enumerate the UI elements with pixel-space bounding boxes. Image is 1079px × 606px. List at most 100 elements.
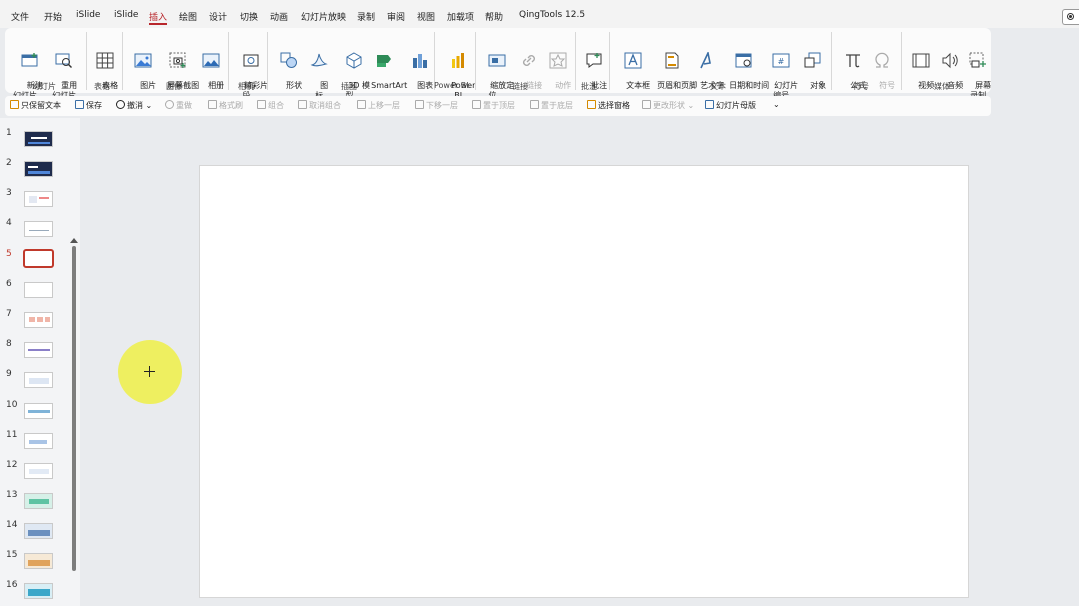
slide-thumbnail-1[interactable] — [24, 131, 53, 147]
bring-forward-button[interactable]: 上移一层 — [357, 100, 400, 111]
slide-master-icon — [705, 100, 714, 109]
slide-canvas[interactable] — [199, 165, 969, 598]
record-button[interactable] — [1062, 9, 1079, 25]
redo-icon — [165, 100, 174, 109]
slide-thumbnail-9[interactable] — [24, 372, 53, 388]
slide-number: 13 — [6, 490, 18, 500]
slide-thumbnail-10[interactable] — [24, 403, 53, 419]
slide-thumbnail-8[interactable] — [24, 342, 53, 358]
slide-number: 1 — [6, 128, 12, 138]
menu-home[interactable]: 开始 — [44, 10, 62, 23]
slide-number: 5 — [6, 249, 12, 259]
slide-thumbnail-12[interactable] — [24, 463, 53, 479]
symbol-button[interactable]: 符号 — [869, 32, 895, 101]
group-label-links: 链接 — [512, 82, 528, 91]
menu-slideshow[interactable]: 幻灯片放映 — [301, 10, 346, 23]
format-painter-button[interactable]: 格式刷 — [208, 100, 243, 111]
table-icon — [96, 52, 114, 69]
picture-icon — [134, 53, 152, 68]
speaker-icon — [942, 52, 958, 69]
menu-qingtools[interactable]: QingTools 12.5 — [519, 10, 585, 20]
slide-thumbnail-5[interactable] — [23, 249, 54, 268]
date-time-button[interactable]: 日期和时间 — [719, 32, 769, 101]
slide-thumbnail-11[interactable] — [24, 433, 53, 449]
menu-addins[interactable]: 加载项 — [447, 10, 474, 23]
redo-button[interactable]: 重做 — [165, 100, 192, 111]
object-button[interactable]: 对象 — [800, 32, 826, 101]
link-icon — [523, 55, 536, 66]
slide-thumbnail-2[interactable] — [24, 161, 53, 177]
group-label-comments: 批注 — [581, 82, 597, 91]
action-icon — [549, 52, 567, 69]
video-icon — [912, 53, 930, 68]
slide-thumbnail-6[interactable] — [24, 282, 53, 298]
group-label-media: 媒体 — [934, 82, 950, 91]
action-button[interactable]: 动作 — [545, 32, 571, 101]
menu-islide-2[interactable]: iSlide — [114, 10, 138, 20]
slide-thumbnail-pane: 1 2 3 4 5 6 7 8 9 10 11 12 13 14 15 16 — [0, 118, 80, 606]
slide-number: 7 — [6, 309, 12, 319]
selection-pane-button[interactable]: 选择窗格 — [587, 100, 630, 111]
menu-transitions[interactable]: 切换 — [240, 10, 258, 23]
thumbnail-scrollbar[interactable] — [72, 246, 76, 571]
customize-toolbar-button[interactable]: ⌄ — [773, 100, 780, 109]
new-slide-icon — [21, 53, 38, 67]
separator — [475, 32, 476, 90]
menu-record[interactable]: 录制 — [357, 10, 375, 23]
change-shape-button[interactable]: 更改形状 ⌄ — [642, 100, 694, 111]
group-label-symbols: 符号 — [853, 82, 869, 91]
calendar-icon — [735, 53, 752, 68]
slide-number: 8 — [6, 339, 12, 349]
slide-thumbnail-4[interactable] — [24, 221, 53, 237]
menu-design[interactable]: 设计 — [209, 10, 227, 23]
save-button[interactable]: 保存 — [75, 100, 102, 111]
quick-access-toolbar: 只保留文本 保存 撤消 ⌄ 重做 格式刷 组合 取消组合 上移一层 下移一层 置… — [5, 96, 991, 116]
menu-help[interactable]: 帮助 — [485, 10, 503, 23]
slide-number: 16 — [6, 580, 18, 590]
icons-icon — [310, 53, 328, 67]
slide-thumbnail-7[interactable] — [24, 312, 53, 328]
bring-to-front-icon — [472, 100, 481, 109]
keep-text-only-button[interactable]: 只保留文本 — [10, 100, 61, 111]
separator — [267, 32, 268, 90]
slide-thumbnail-13[interactable] — [24, 493, 53, 509]
separator — [575, 32, 576, 90]
slide-master-button[interactable]: 幻灯片母版 — [705, 100, 756, 111]
group-button[interactable]: 组合 — [257, 100, 284, 111]
menu-draw[interactable]: 绘图 — [179, 10, 197, 23]
slide-number: 12 — [6, 460, 18, 470]
send-to-back-button[interactable]: 置于底层 — [530, 100, 573, 111]
slide-thumbnail-16[interactable] — [24, 583, 53, 599]
svg-text:#: # — [778, 57, 785, 66]
paste-icon — [10, 100, 19, 109]
menu-view[interactable]: 视图 — [417, 10, 435, 23]
chart-button[interactable]: 图表 — [407, 32, 433, 101]
menu-review[interactable]: 审阅 — [387, 10, 405, 23]
group-icon — [257, 100, 266, 109]
menu-insert[interactable]: 插入 — [149, 10, 168, 25]
group-label-tables: 表格 — [94, 82, 110, 91]
menu-file[interactable]: 文件 — [11, 10, 29, 23]
menu-islide-1[interactable]: iSlide — [76, 10, 100, 20]
scroll-up-arrow[interactable] — [70, 238, 78, 243]
bring-to-front-button[interactable]: 置于顶层 — [472, 100, 515, 111]
slide-thumbnail-3[interactable] — [24, 191, 53, 207]
photo-album-icon — [202, 53, 220, 68]
group-label-text: 文本 — [710, 82, 726, 91]
slide-thumbnail-14[interactable] — [24, 523, 53, 539]
smartart-button[interactable]: SmartArt — [361, 32, 407, 101]
menu-animations[interactable]: 动画 — [270, 10, 288, 23]
send-backward-icon — [415, 100, 424, 109]
ungroup-button[interactable]: 取消组合 — [298, 100, 341, 111]
wordart-icon — [700, 52, 712, 69]
group-label-images: 图像 — [166, 82, 182, 91]
slide-thumbnail-15[interactable] — [24, 553, 53, 569]
group-label-illustrations: 插图 — [341, 82, 357, 91]
slide-number: 11 — [6, 430, 18, 440]
send-backward-button[interactable]: 下移一层 — [415, 100, 458, 111]
slide-number-icon: # — [772, 53, 790, 68]
separator — [228, 32, 229, 90]
group-label-power-bi: Power BI — [434, 81, 469, 90]
chart-icon — [413, 54, 428, 68]
undo-button[interactable]: 撤消 ⌄ — [116, 100, 152, 111]
